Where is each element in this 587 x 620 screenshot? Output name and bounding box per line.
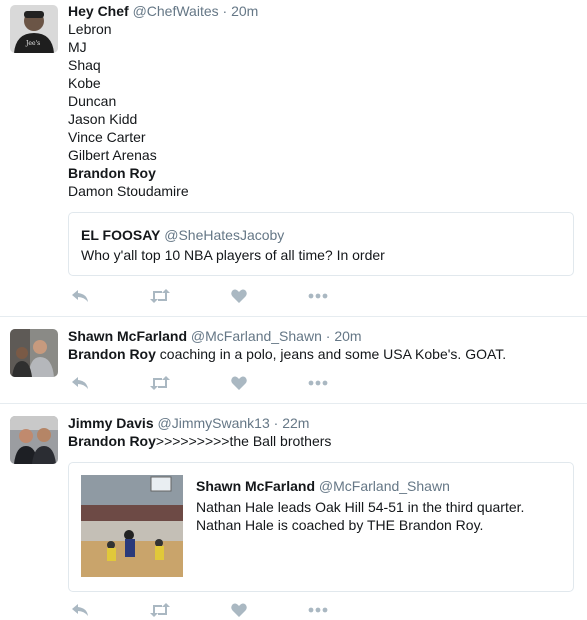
quote-author-handle: @SheHatesJacoby bbox=[164, 227, 285, 243]
list-item: Damon Stoudamire bbox=[68, 183, 189, 199]
reply-icon bbox=[72, 377, 88, 389]
quote-text-line: Nathan Hale leads Oak Hill 54-51 in the … bbox=[196, 499, 525, 515]
retweet-icon bbox=[150, 603, 170, 617]
tweet-text: Brandon Roy>>>>>>>>>the Ball brothers bbox=[68, 432, 574, 450]
reply-icon bbox=[72, 290, 88, 302]
tweet-1[interactable]: Jee's Hey Chef @ChefWaites · 20m Lebron … bbox=[0, 0, 587, 317]
reply-button[interactable] bbox=[68, 600, 92, 620]
tweet-actions bbox=[68, 286, 348, 306]
svg-text:Jee's: Jee's bbox=[25, 40, 40, 47]
quote-author-handle: @McFarland_Shawn bbox=[318, 478, 450, 494]
like-button[interactable] bbox=[227, 373, 251, 393]
list-item: Jason Kidd bbox=[68, 111, 138, 127]
tweet-3[interactable]: Jimmy Davis @JimmySwank13 · 22m Brandon … bbox=[0, 404, 587, 617]
tweet-2[interactable]: Shawn McFarland @McFarland_Shawn · 20m B… bbox=[0, 317, 587, 404]
author-handle[interactable]: @McFarland_Shawn bbox=[191, 328, 322, 344]
tweet-header: Hey Chef @ChefWaites · 20m bbox=[68, 2, 574, 20]
avatar[interactable] bbox=[10, 329, 58, 377]
timestamp[interactable]: 22m bbox=[282, 415, 309, 431]
body-text: coaching in a polo, jeans and some USA K… bbox=[155, 346, 507, 362]
heart-icon bbox=[231, 289, 247, 303]
tweet-header: Jimmy Davis @JimmySwank13 · 22m bbox=[68, 414, 574, 432]
quoted-tweet[interactable]: EL FOOSAY @SheHatesJacoby Who y'all top … bbox=[68, 212, 574, 276]
like-button[interactable] bbox=[227, 600, 251, 620]
tweet-text: Lebron MJ Shaq Kobe Duncan Jason Kidd Vi… bbox=[68, 20, 574, 200]
separator: · bbox=[273, 415, 279, 431]
list-item: Brandon Roy bbox=[68, 165, 156, 181]
basketball-photo bbox=[81, 475, 183, 577]
quote-text: Nathan Hale leads Oak Hill 54-51 in the … bbox=[196, 498, 524, 534]
heart-icon bbox=[231, 376, 247, 390]
retweet-icon bbox=[150, 289, 170, 303]
list-item: Vince Carter bbox=[68, 129, 146, 145]
heart-icon bbox=[231, 603, 247, 617]
list-item: MJ bbox=[68, 39, 87, 55]
more-button[interactable] bbox=[306, 600, 330, 620]
mention-text: Brandon Roy bbox=[68, 433, 156, 449]
retweet-icon bbox=[150, 376, 170, 390]
more-button[interactable] bbox=[306, 286, 330, 306]
quote-header: Shawn McFarland @McFarland_Shawn bbox=[196, 477, 450, 495]
retweet-button[interactable] bbox=[148, 373, 172, 393]
retweet-button[interactable] bbox=[148, 286, 172, 306]
quote-text-line: Nathan Hale is coached by THE Brandon Ro… bbox=[196, 517, 484, 533]
timestamp[interactable]: 20m bbox=[334, 328, 361, 344]
avatar[interactable] bbox=[10, 416, 58, 464]
reply-button[interactable] bbox=[68, 373, 92, 393]
author-handle[interactable]: @JimmySwank13 bbox=[158, 415, 270, 431]
list-item: Duncan bbox=[68, 93, 117, 109]
quote-author-name: EL FOOSAY bbox=[81, 227, 161, 243]
quoted-tweet[interactable]: Shawn McFarland @McFarland_Shawn Nathan … bbox=[68, 462, 574, 592]
quote-text: Who y'all top 10 NBA players of all time… bbox=[81, 247, 385, 263]
separator: · bbox=[325, 328, 331, 344]
tweet-actions bbox=[68, 373, 348, 393]
author-name[interactable]: Shawn McFarland bbox=[68, 328, 187, 344]
mention-text: Brandon Roy bbox=[68, 346, 156, 362]
more-icon bbox=[308, 380, 328, 386]
avatar[interactable]: Jee's bbox=[10, 5, 58, 53]
reply-button[interactable] bbox=[68, 286, 92, 306]
like-button[interactable] bbox=[227, 286, 251, 306]
list-item: Shaq bbox=[68, 57, 101, 73]
tweet-actions bbox=[68, 600, 348, 620]
body-text: >>>>>>>>>the Ball brothers bbox=[155, 433, 332, 449]
tweet-text: Brandon Roy coaching in a polo, jeans an… bbox=[68, 345, 574, 363]
list-item: Gilbert Arenas bbox=[68, 147, 157, 163]
more-icon bbox=[308, 607, 328, 613]
timestamp[interactable]: 20m bbox=[231, 3, 258, 19]
tweet-header: Shawn McFarland @McFarland_Shawn · 20m bbox=[68, 327, 574, 345]
list-item: Kobe bbox=[68, 75, 101, 91]
quote-author-name: Shawn McFarland bbox=[196, 478, 316, 494]
retweet-button[interactable] bbox=[148, 600, 172, 620]
reply-icon bbox=[72, 604, 88, 616]
list-item: Lebron bbox=[68, 21, 112, 37]
quote-header: EL FOOSAY @SheHatesJacoby bbox=[81, 226, 284, 244]
more-button[interactable] bbox=[306, 373, 330, 393]
author-name[interactable]: Hey Chef bbox=[68, 3, 129, 19]
author-name[interactable]: Jimmy Davis bbox=[68, 415, 154, 431]
separator: · bbox=[222, 3, 228, 19]
quote-media[interactable] bbox=[81, 475, 183, 577]
author-handle[interactable]: @ChefWaites bbox=[133, 3, 219, 19]
more-icon bbox=[308, 293, 328, 299]
